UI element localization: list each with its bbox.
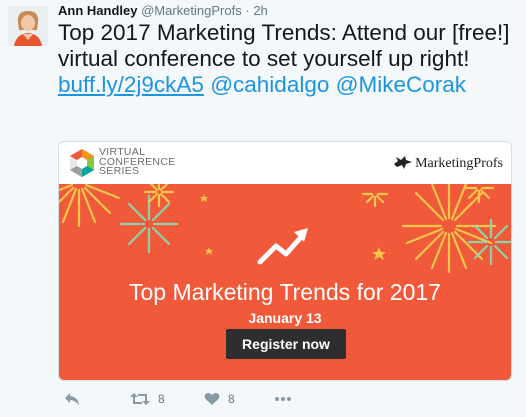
hexagon-logo-icon — [70, 149, 94, 177]
author-name[interactable]: Ann Handley — [58, 3, 137, 18]
more-button[interactable] — [274, 388, 292, 410]
brand-name: MarketingProfs — [415, 156, 503, 171]
tweet-body: Top 2017 Marketing Trends: Attend our [f… — [58, 20, 510, 71]
register-now-button[interactable]: Register now — [226, 329, 346, 359]
tweet-header: Ann Handley @MarketingProfs · 2h — [58, 2, 268, 20]
separator: · — [245, 3, 250, 18]
retweet-button[interactable]: 8 — [130, 388, 165, 410]
series-line-3: Series — [99, 165, 140, 177]
reply-icon — [65, 393, 79, 405]
retweet-count: 8 — [158, 392, 165, 406]
more-dots-icon — [275, 397, 291, 401]
mention-cahidalgo[interactable]: @cahidalgo — [210, 72, 329, 97]
reply-button[interactable] — [64, 388, 80, 410]
like-count: 8 — [228, 392, 235, 406]
tweet-link[interactable]: buff.ly/2j9ckA5 — [58, 72, 204, 97]
bird-icon — [394, 156, 413, 169]
heart-icon — [204, 392, 220, 405]
avatar[interactable] — [8, 6, 48, 46]
tweet-time[interactable]: 2h — [253, 3, 267, 18]
link-card[interactable]: Virtual Conference Series MarketingProfs — [58, 141, 512, 381]
tweet-text: Top 2017 Marketing Trends: Attend our [f… — [58, 20, 520, 98]
card-header: Virtual Conference Series MarketingProfs — [59, 142, 511, 184]
banner-date: January 13 — [248, 310, 322, 326]
like-button[interactable]: 8 — [204, 388, 235, 410]
trend-arrow-icon — [257, 228, 308, 265]
banner-title: Top Marketing Trends for 2017 — [129, 279, 441, 305]
retweet-icon — [130, 393, 150, 405]
series-logo-text: Virtual Conference Series — [99, 147, 176, 177]
brand-logo: MarketingProfs — [393, 154, 503, 172]
tweet: Ann Handley @MarketingProfs · 2h Top 201… — [0, 0, 526, 417]
card-banner: Top Marketing Trends for 2017 January 13… — [59, 184, 511, 380]
mention-mikecorak[interactable]: @MikeCorak — [336, 72, 466, 97]
author-handle[interactable]: @MarketingProfs — [141, 3, 242, 18]
tweet-actions: 8 8 — [58, 388, 518, 410]
